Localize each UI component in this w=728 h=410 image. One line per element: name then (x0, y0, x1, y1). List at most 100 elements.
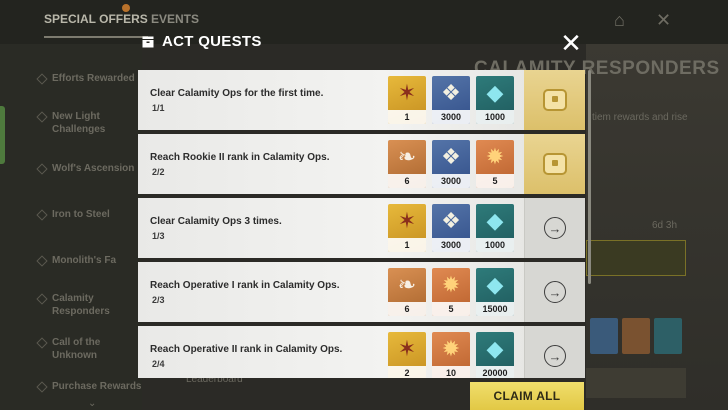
reward-quantity: 6 (388, 302, 426, 316)
quest-row: Reach Operative I rank in Calamity Ops. 2… (138, 262, 585, 322)
scrollbar[interactable] (588, 70, 591, 284)
claim-all-button[interactable]: CLAIM ALL (470, 382, 584, 410)
sidebar-item[interactable]: Monolith's Fa (52, 254, 142, 267)
notification-dot (122, 4, 130, 12)
sidebar-item[interactable]: Efforts Rewarded (52, 72, 142, 85)
quest-progress: 2/2 (152, 167, 165, 177)
flame-badge-icon: ✹ (485, 144, 505, 169)
go-button[interactable]: → (524, 262, 585, 322)
reward-tile[interactable]: ❧ 6 (388, 140, 426, 188)
crystal-cube-icon: ◆ (486, 80, 504, 105)
quest-progress: 2/4 (152, 359, 165, 369)
claim-chest-button[interactable] (524, 134, 585, 194)
reward-quantity: 3000 (432, 174, 470, 188)
bg-reward-tile (622, 318, 650, 354)
flame-badge-icon: ✹ (441, 336, 461, 361)
reward-quantity: 3000 (432, 238, 470, 252)
event-subtitle: tiem rewards and rise (592, 112, 688, 123)
reward-quantity: 2 (388, 366, 426, 378)
rank-box (586, 368, 686, 398)
star-badge-icon: ✶ (397, 80, 417, 105)
reward-quantity: 1 (388, 238, 426, 252)
sidebar-item[interactable]: Calamity Responders (52, 292, 142, 318)
close-button[interactable]: ✕ (556, 28, 586, 58)
wing-emblem-icon: ❖ (441, 144, 461, 169)
modal-title: ACT QUESTS (162, 33, 262, 50)
quest-progress: 2/3 (152, 295, 165, 305)
reward-tile[interactable]: ✹ 5 (476, 140, 514, 188)
sidebar-item[interactable]: New Light Challenges (52, 110, 142, 136)
tab-special-offers[interactable]: SPECIAL OFFERS (44, 12, 148, 38)
reward-quantity: 10 (432, 366, 470, 378)
reward-quantity: 5 (476, 174, 514, 188)
quest-list[interactable]: Clear Calamity Ops for the first time. 1/… (138, 70, 588, 378)
crystal-cube-icon: ◆ (486, 208, 504, 233)
reward-tile[interactable]: ◆ 15000 (476, 268, 514, 316)
quest-title: Clear Calamity Ops 3 times. (150, 216, 282, 227)
crystal-cube-icon: ◆ (486, 336, 504, 361)
reward-quantity: 1 (388, 110, 426, 124)
arrow-right-icon: → (544, 281, 566, 303)
reward-quantity: 1000 (476, 238, 514, 252)
sidebar-item[interactable]: Purchase Rewards (52, 380, 142, 393)
feather-icon: ❧ (397, 144, 417, 169)
reward-tile[interactable]: ❧ 6 (388, 268, 426, 316)
go-button[interactable]: → (524, 198, 585, 258)
wing-emblem-icon: ❖ (441, 80, 461, 105)
quest-row: Reach Operative II rank in Calamity Ops.… (138, 326, 585, 378)
crystal-cube-icon: ◆ (486, 272, 504, 297)
sidebar-item[interactable]: Iron to Steel (52, 208, 142, 221)
quest-title: Clear Calamity Ops for the first time. (150, 88, 324, 99)
bg-reward-tile (654, 318, 682, 354)
sidebar-item[interactable]: Call of the Unknown (52, 336, 142, 362)
tab-events[interactable]: EVENTS (151, 12, 199, 26)
arrow-right-icon: → (544, 345, 566, 367)
reward-tile[interactable]: ❖ 3000 (432, 140, 470, 188)
event-box (586, 240, 686, 276)
chest-icon (542, 89, 567, 111)
chest-icon (542, 153, 567, 175)
reward-tile[interactable]: ✶ 1 (388, 76, 426, 124)
reward-tile[interactable]: ◆ 1000 (476, 204, 514, 252)
reward-tile[interactable]: ✹ 10 (432, 332, 470, 378)
quest-row: Clear Calamity Ops 3 times. 1/3 ✶ 1 ❖ 3000 ◆ 10… (138, 198, 585, 258)
reward-tile[interactable]: ✶ 2 (388, 332, 426, 378)
background-close-icon[interactable]: ✕ (656, 10, 671, 31)
quest-progress: 1/1 (152, 103, 165, 113)
star-badge-icon: ✶ (397, 336, 417, 361)
star-badge-icon: ✶ (397, 208, 417, 233)
reward-quantity: 15000 (476, 302, 514, 316)
reward-quantity: 6 (388, 174, 426, 188)
wing-emblem-icon: ❖ (441, 208, 461, 233)
reward-tile[interactable]: ◆ 20000 (476, 332, 514, 378)
quest-title: Reach Operative I rank in Calamity Ops. (150, 280, 340, 291)
reward-tile[interactable]: ❖ 3000 (432, 76, 470, 124)
arrow-right-icon: → (544, 217, 566, 239)
background-sidebar: Efforts Rewarded New Light Challenges Wo… (0, 44, 142, 410)
claim-chest-button[interactable] (524, 70, 585, 130)
sidebar-accent (0, 106, 5, 164)
home-icon[interactable]: ⌂ (614, 10, 625, 31)
sidebar-item[interactable]: Wolf's Ascension (52, 162, 142, 175)
quest-row: Reach Rookie II rank in Calamity Ops. 2/2… (138, 134, 585, 194)
reward-tile[interactable]: ❖ 3000 (432, 204, 470, 252)
quest-title: Reach Operative II rank in Calamity Ops. (150, 344, 343, 355)
go-button[interactable]: → (524, 326, 585, 378)
reward-quantity: 5 (432, 302, 470, 316)
flame-badge-icon: ✹ (441, 272, 461, 297)
reward-quantity: 20000 (476, 366, 514, 378)
reward-tile[interactable]: ◆ 1000 (476, 76, 514, 124)
quest-box-icon (142, 36, 154, 48)
feather-icon: ❧ (397, 272, 417, 297)
reward-quantity: 3000 (432, 110, 470, 124)
event-timer: 6d 3h (652, 220, 678, 231)
quest-row: Clear Calamity Ops for the first time. 1/… (138, 70, 585, 130)
modal-header: ACT QUESTS (138, 26, 588, 62)
reward-tile[interactable]: ✹ 5 (432, 268, 470, 316)
quest-progress: 1/3 (152, 231, 165, 241)
reward-tile[interactable]: ✶ 1 (388, 204, 426, 252)
quest-title: Reach Rookie II rank in Calamity Ops. (150, 152, 330, 163)
reward-quantity: 1000 (476, 110, 514, 124)
chevron-down-icon: ⌄ (88, 398, 97, 409)
bg-reward-tile (590, 318, 618, 354)
